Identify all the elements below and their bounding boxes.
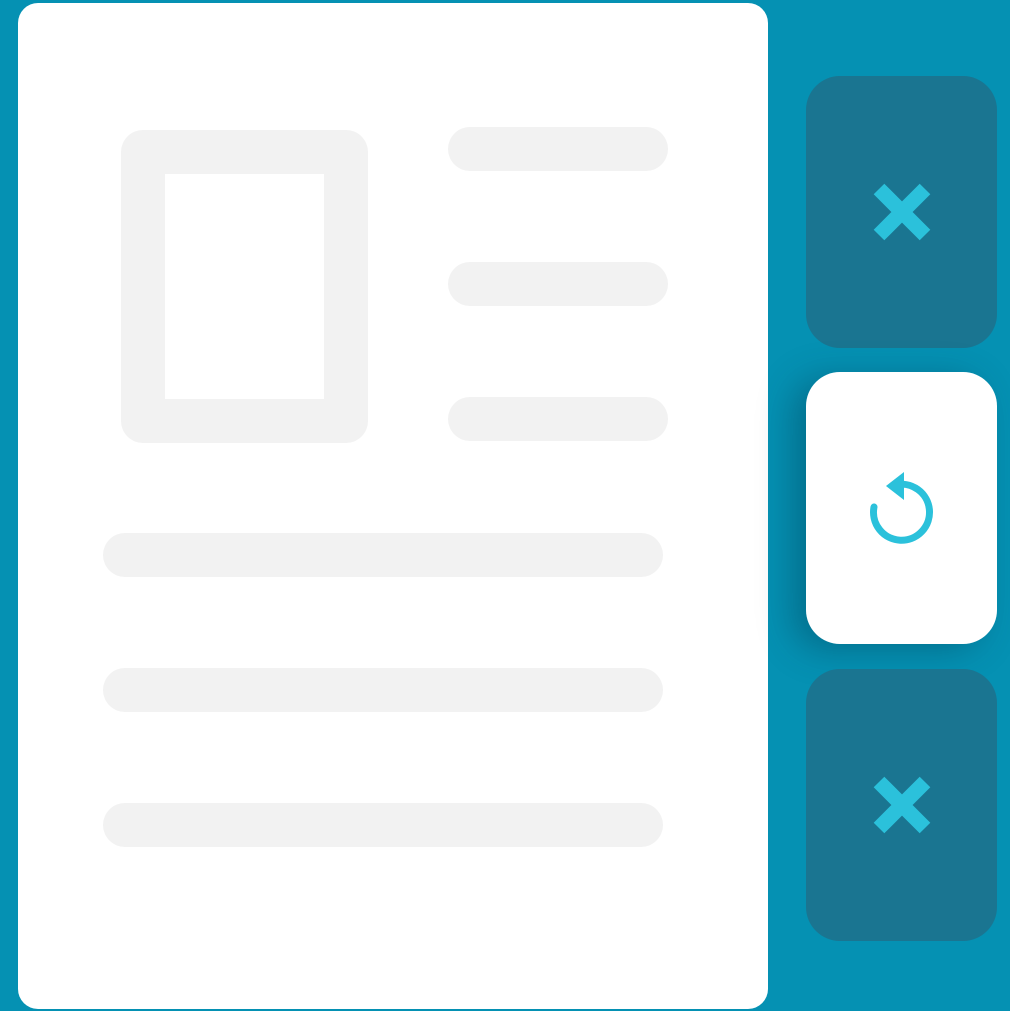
text-line-placeholder (448, 127, 668, 171)
refresh-icon (864, 468, 940, 548)
text-line-placeholder (448, 262, 668, 306)
app-canvas (0, 0, 1010, 1011)
text-line-placeholder (103, 668, 663, 712)
refresh-button[interactable] (806, 372, 997, 644)
close-button[interactable] (806, 669, 997, 941)
text-line-placeholder (103, 803, 663, 847)
image-placeholder (121, 130, 368, 443)
close-icon (867, 770, 937, 840)
text-line-placeholder (448, 397, 668, 441)
document-card[interactable] (18, 3, 768, 1009)
close-icon (867, 177, 937, 247)
text-line-placeholder (103, 533, 663, 577)
close-button[interactable] (806, 76, 997, 348)
